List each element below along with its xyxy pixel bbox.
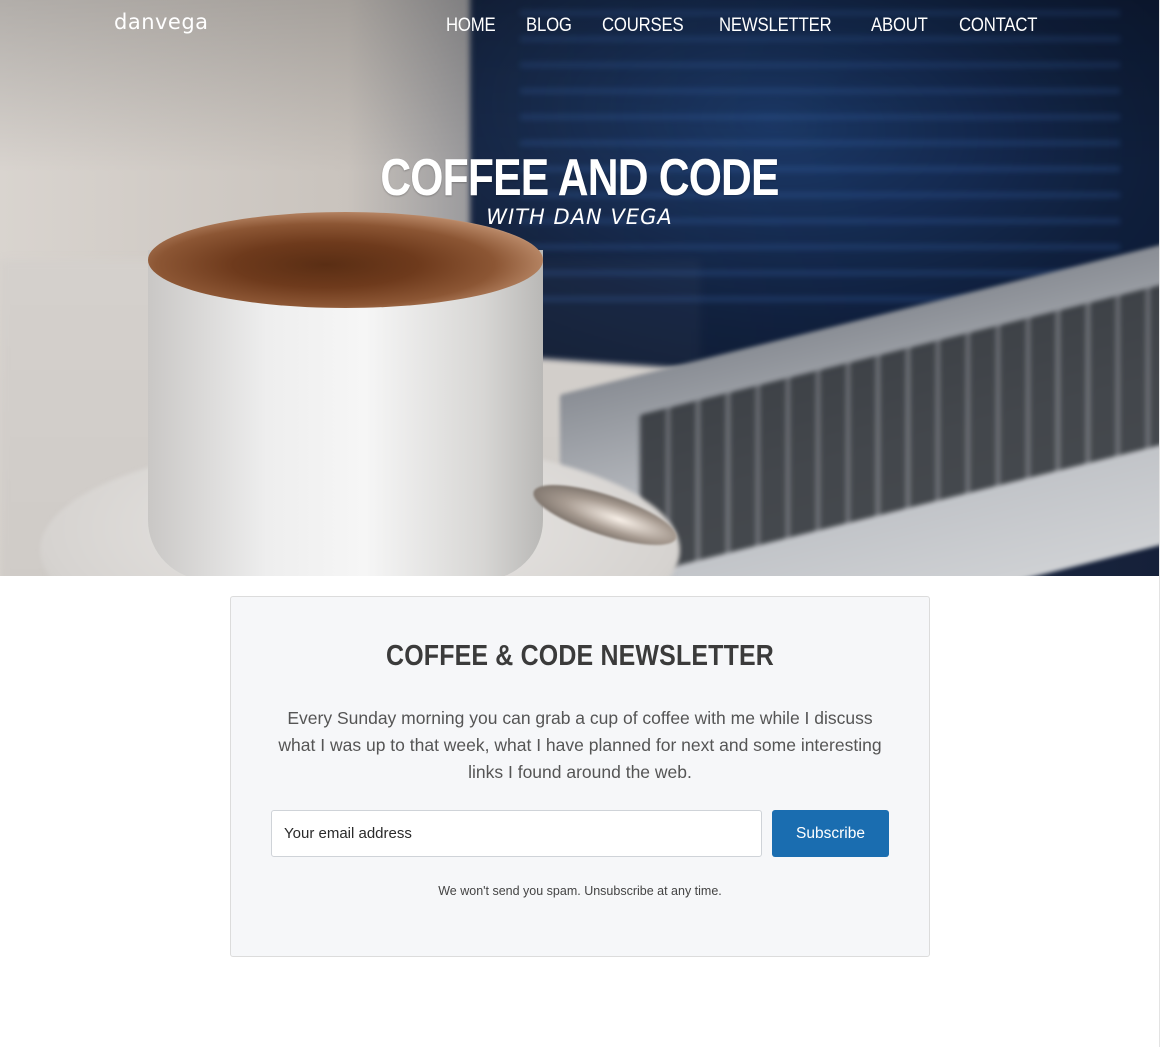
- page: danvega HOME BLOG COURSES NEWSLETTER ABO…: [0, 0, 1159, 1047]
- nav-item-contact[interactable]: CONTACT: [959, 15, 1038, 37]
- nav-item-home[interactable]: HOME: [446, 15, 496, 37]
- newsletter-card: COFFEE & CODE NEWSLETTER Every Sunday mo…: [230, 596, 930, 957]
- newsletter-description: Every Sunday morning you can grab a cup …: [278, 708, 882, 782]
- hero-subtitle: WITH DAN VEGA: [486, 205, 673, 229]
- nav-item-blog[interactable]: BLOG: [526, 15, 572, 37]
- scrollbar-track[interactable]: [1159, 0, 1174, 1047]
- hero-section: danvega HOME BLOG COURSES NEWSLETTER ABO…: [0, 0, 1159, 576]
- nav-item-newsletter[interactable]: NEWSLETTER: [719, 15, 832, 37]
- newsletter-title: COFFEE & CODE NEWSLETTER: [386, 640, 774, 672]
- nav-menu: HOME BLOG COURSES NEWSLETTER ABOUT CONTA…: [446, 15, 1048, 37]
- top-navigation: danvega HOME BLOG COURSES NEWSLETTER ABO…: [0, 0, 1159, 54]
- nav-item-about[interactable]: ABOUT: [871, 15, 928, 37]
- hero-overlay: [0, 0, 1159, 576]
- nav-item-courses[interactable]: COURSES: [602, 15, 684, 37]
- spam-disclaimer: We won't send you spam. Unsubscribe at a…: [438, 884, 722, 898]
- hero-title: COFFEE AND CODE: [380, 149, 779, 207]
- email-field[interactable]: [271, 810, 762, 857]
- subscribe-button[interactable]: Subscribe: [772, 810, 889, 857]
- site-logo[interactable]: danvega: [114, 10, 209, 34]
